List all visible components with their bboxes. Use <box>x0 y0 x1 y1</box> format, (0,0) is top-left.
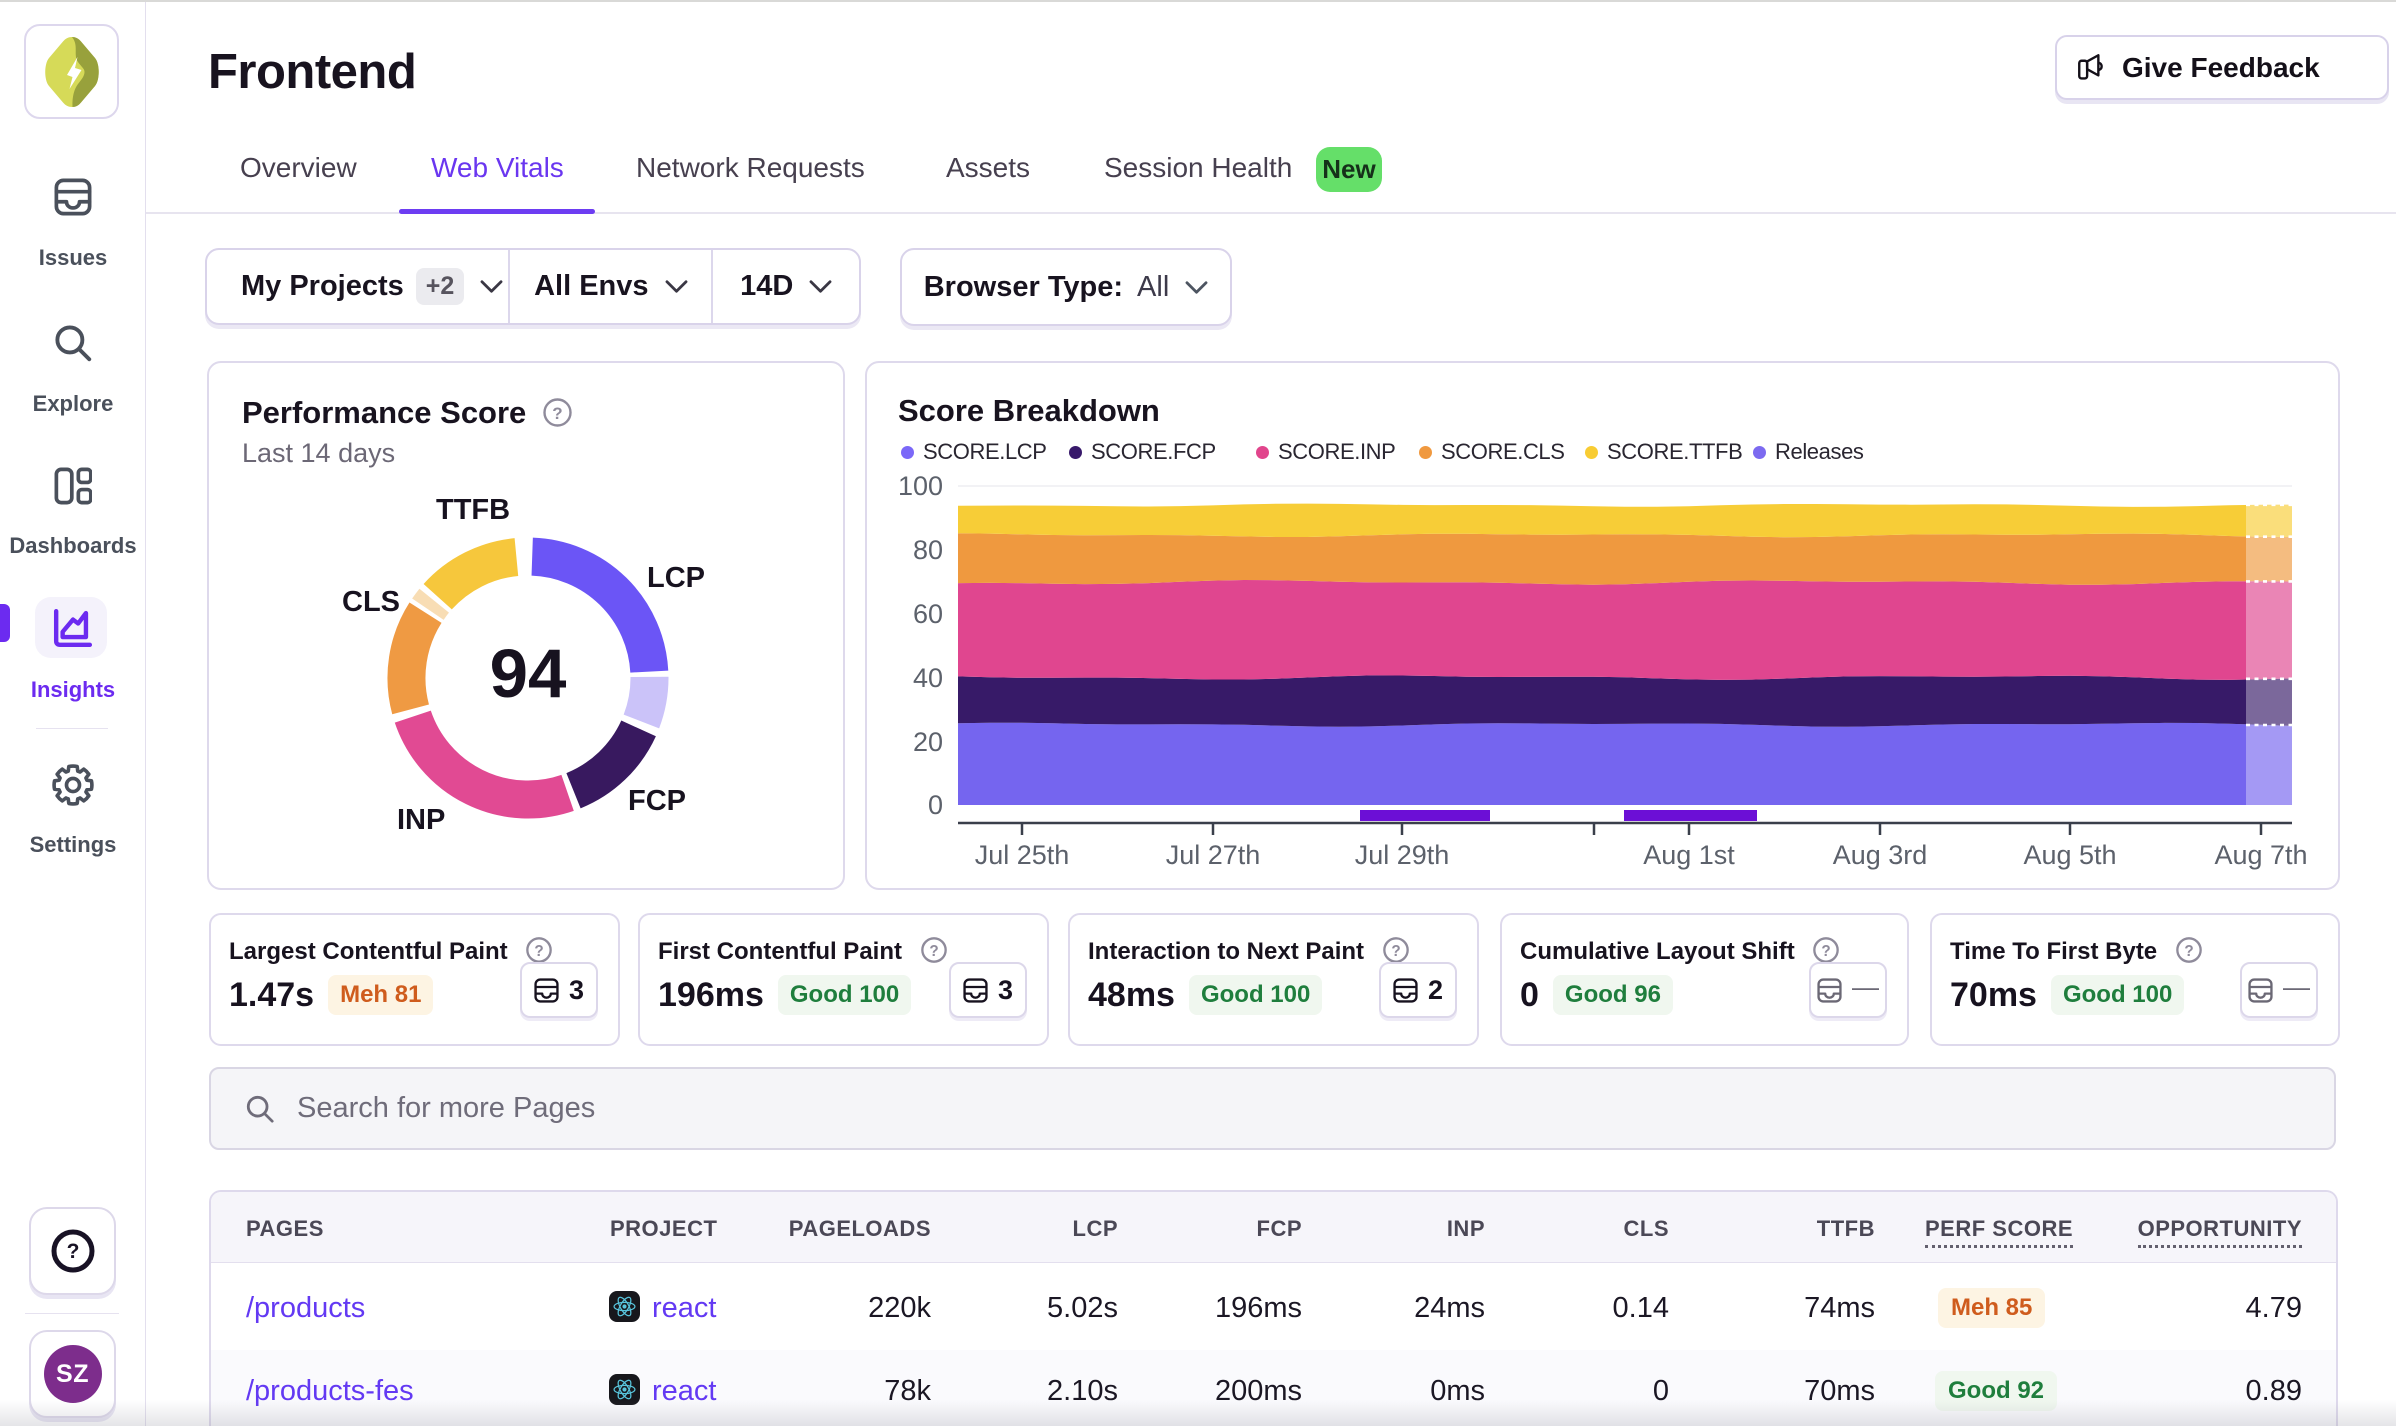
svg-text:80: 80 <box>913 535 943 565</box>
svg-text:Aug 1st: Aug 1st <box>1643 840 1735 870</box>
svg-text:?: ? <box>66 1240 79 1263</box>
svg-text:Jul 29th: Jul 29th <box>1355 840 1450 870</box>
svg-text:40: 40 <box>913 663 943 693</box>
svg-text:Jul 27th: Jul 27th <box>1166 840 1261 870</box>
svg-text:Aug 7th: Aug 7th <box>2214 840 2307 870</box>
svg-text:?: ? <box>535 943 544 960</box>
svg-text:0: 0 <box>928 790 943 820</box>
svg-text:?: ? <box>929 943 938 960</box>
svg-text:?: ? <box>2184 943 2193 960</box>
svg-text:20: 20 <box>913 727 943 757</box>
svg-text:100: 100 <box>898 471 943 501</box>
svg-text:Jul 25th: Jul 25th <box>975 840 1070 870</box>
svg-text:60: 60 <box>913 599 943 629</box>
svg-text:?: ? <box>1822 943 1831 960</box>
svg-text:Aug 3rd: Aug 3rd <box>1833 840 1928 870</box>
svg-text:?: ? <box>1391 943 1400 960</box>
svg-text:Aug 5th: Aug 5th <box>2023 840 2116 870</box>
